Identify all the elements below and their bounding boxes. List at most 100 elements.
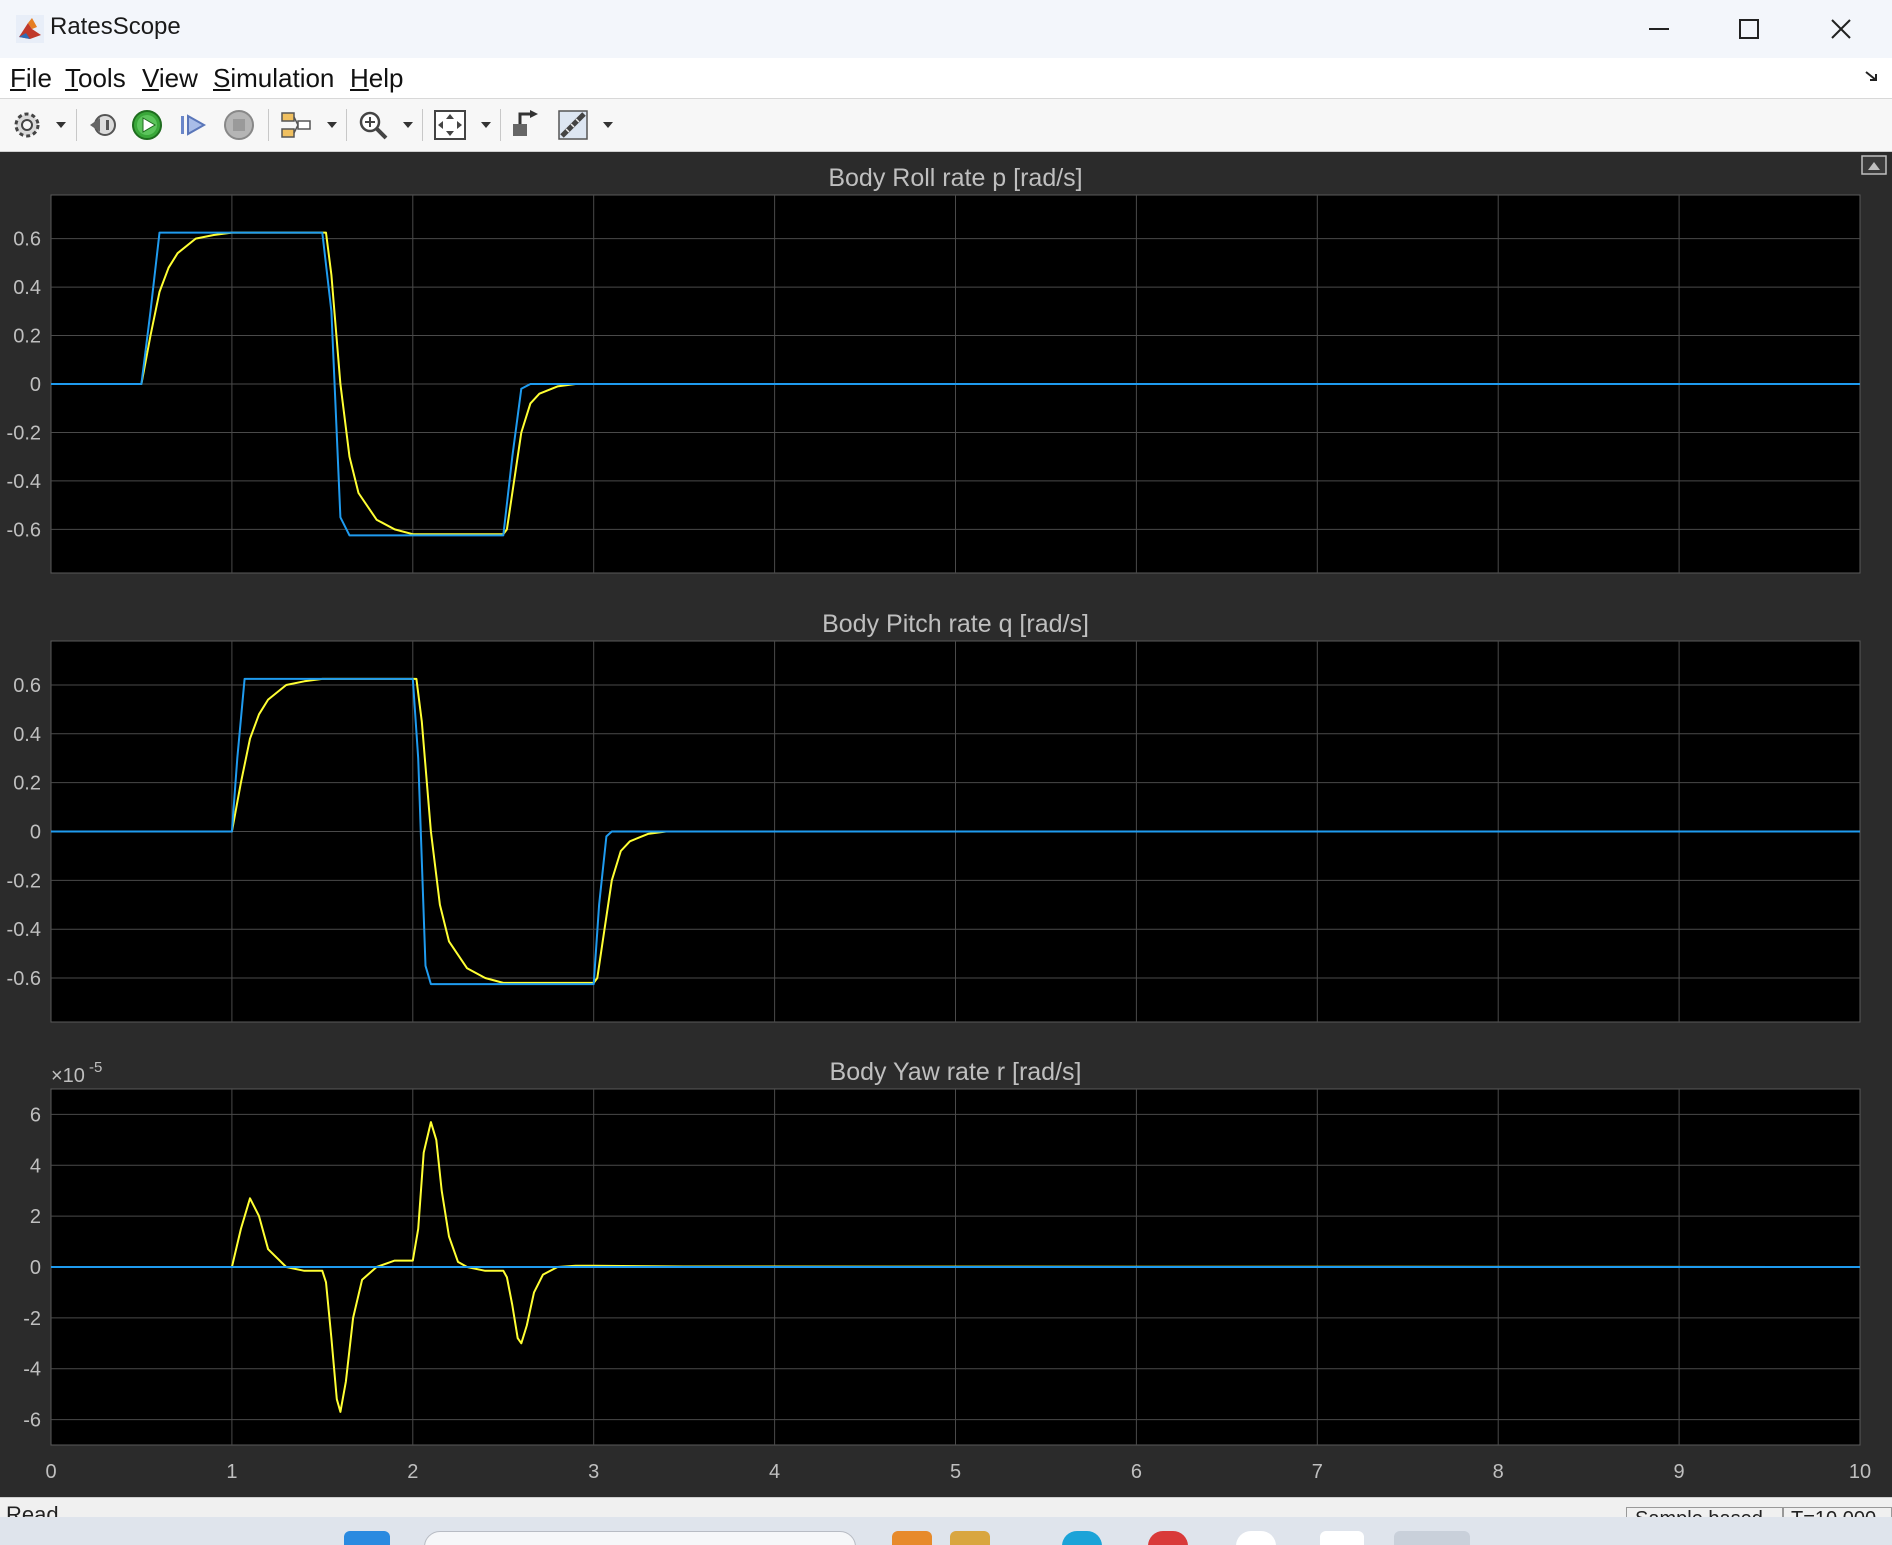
menu-help[interactable]: Help [350, 63, 403, 94]
taskbar-app-icon[interactable] [950, 1531, 990, 1545]
minimize-icon [1649, 28, 1669, 30]
close-button[interactable] [1796, 0, 1886, 58]
step-back-icon [90, 114, 116, 136]
window-title: RatesScope [50, 13, 181, 40]
matlab-logo-icon [16, 15, 44, 43]
y-tick-label: 2 [30, 1206, 41, 1228]
toolbar-separator [76, 109, 77, 141]
taskbar-app-icon-active[interactable] [1394, 1531, 1470, 1545]
toolbar-separator [268, 109, 269, 141]
y-tick-label: 0.6 [13, 675, 41, 697]
title-bar: RatesScope [0, 0, 1892, 59]
toolbar [0, 99, 1892, 152]
y-exponent-label: ×10 [51, 1065, 85, 1087]
settings-gear-icon [14, 112, 40, 138]
chevron-down-icon [327, 122, 337, 128]
menu-tools-accel: T [65, 63, 78, 93]
x-tick-label: 7 [1312, 1461, 1323, 1483]
taskbar-app-icon[interactable] [1236, 1531, 1276, 1545]
x-tick-label: 1 [226, 1461, 237, 1483]
x-tick-label: 9 [1674, 1461, 1685, 1483]
y-tick-label: -2 [23, 1308, 41, 1330]
status-text: Read [6, 1502, 59, 1518]
toolbar-separator [500, 109, 501, 141]
scope-display: -0.6 -0.4 -0.2 0 0.2 0.4 0.6 Body Roll rate p [… [0, 152, 1892, 1497]
minimize-button[interactable] [1614, 0, 1704, 58]
taskbar-app-icon[interactable] [1062, 1531, 1102, 1545]
y-tick-label: -0.4 [7, 471, 41, 493]
maximize-button[interactable] [1704, 0, 1794, 58]
x-tick-label: 10 [1849, 1461, 1871, 1483]
menu-simulation-label: imulation [230, 63, 335, 93]
y-tick-label: -0.2 [7, 422, 41, 444]
y-tick-label: 6 [30, 1104, 41, 1126]
y-tick-label: -0.6 [7, 968, 41, 990]
menu-bar: File Tools View Simulation Help [0, 58, 1892, 99]
autoscale-dropdown-button[interactable] [480, 107, 492, 143]
run-icon [132, 110, 162, 140]
status-bar: Read Sample based T=10.000 [0, 1497, 1892, 1518]
highlight-block-icon [513, 110, 538, 136]
y-tick-label: -0.4 [7, 919, 41, 941]
step-forward-icon [181, 114, 207, 136]
plot-title-pitch: Body Pitch rate q [rad/s] [822, 610, 1089, 638]
y-tick-label: -4 [23, 1359, 41, 1381]
y-tick-label: -0.2 [7, 870, 41, 892]
menu-simulation[interactable]: Simulation [213, 63, 334, 94]
y-tick-label: 4 [30, 1155, 41, 1177]
menu-view-accel: V [142, 63, 159, 93]
dock-arrow-icon[interactable] [1864, 68, 1882, 86]
autoscale-button[interactable] [432, 107, 468, 143]
zoom-in-icon [359, 111, 388, 140]
run-button[interactable] [130, 107, 164, 143]
step-forward-button[interactable] [176, 107, 210, 143]
menu-view[interactable]: View [142, 63, 198, 94]
menu-file[interactable]: File [10, 63, 52, 94]
y-tick-label: 0 [30, 1257, 41, 1279]
y-tick-label: 0.4 [13, 724, 41, 746]
settings-button[interactable] [10, 107, 44, 143]
taskbar-app-icon[interactable] [1320, 1531, 1364, 1545]
menu-simulation-accel: S [213, 63, 231, 93]
signal-selector-button[interactable] [278, 107, 314, 143]
chevron-down-icon [56, 122, 66, 128]
close-icon [1831, 19, 1851, 39]
x-tick-label: 6 [1131, 1461, 1142, 1483]
windows-start-icon[interactable] [344, 1531, 390, 1545]
y-tick-label: 0.2 [13, 773, 41, 795]
chevron-down-icon [603, 122, 613, 128]
toolbar-separator [346, 109, 347, 141]
stop-icon [224, 110, 254, 140]
os-taskbar [0, 1517, 1892, 1545]
y-exponent-power: -5 [89, 1059, 102, 1076]
taskbar-search-box[interactable] [424, 1531, 856, 1545]
menu-tools[interactable]: Tools [65, 63, 126, 94]
menu-file-label: ile [25, 63, 52, 93]
highlight-block-button[interactable] [508, 107, 542, 143]
zoom-dropdown-button[interactable] [402, 107, 414, 143]
y-tick-label: -0.6 [7, 519, 41, 541]
y-tick-label: 0.2 [13, 326, 41, 348]
measurements-icon [558, 110, 588, 140]
zoom-in-button[interactable] [356, 107, 390, 143]
measurements-dropdown-button[interactable] [602, 107, 614, 143]
step-back-button[interactable] [86, 107, 120, 143]
chevron-down-icon [481, 122, 491, 128]
chevron-down-icon [403, 122, 413, 128]
taskbar-app-icon[interactable] [892, 1531, 932, 1545]
x-tick-label: 2 [407, 1461, 418, 1483]
stop-button[interactable] [222, 107, 256, 143]
plot-title-yaw: Body Yaw rate r [rad/s] [830, 1058, 1082, 1086]
menu-help-accel: H [350, 63, 369, 93]
x-tick-label: 0 [45, 1461, 56, 1483]
y-tick-label: 0.6 [13, 229, 41, 251]
y-tick-label: 0 [30, 822, 41, 844]
y-tick-label: 0 [30, 374, 41, 396]
x-tick-label: 3 [588, 1461, 599, 1483]
signal-selector-dropdown-button[interactable] [326, 107, 338, 143]
settings-dropdown-button[interactable] [55, 107, 67, 143]
taskbar-app-icon[interactable] [1148, 1531, 1188, 1545]
maximize-icon [1739, 19, 1759, 39]
x-tick-label: 5 [950, 1461, 961, 1483]
measurements-button[interactable] [556, 107, 590, 143]
